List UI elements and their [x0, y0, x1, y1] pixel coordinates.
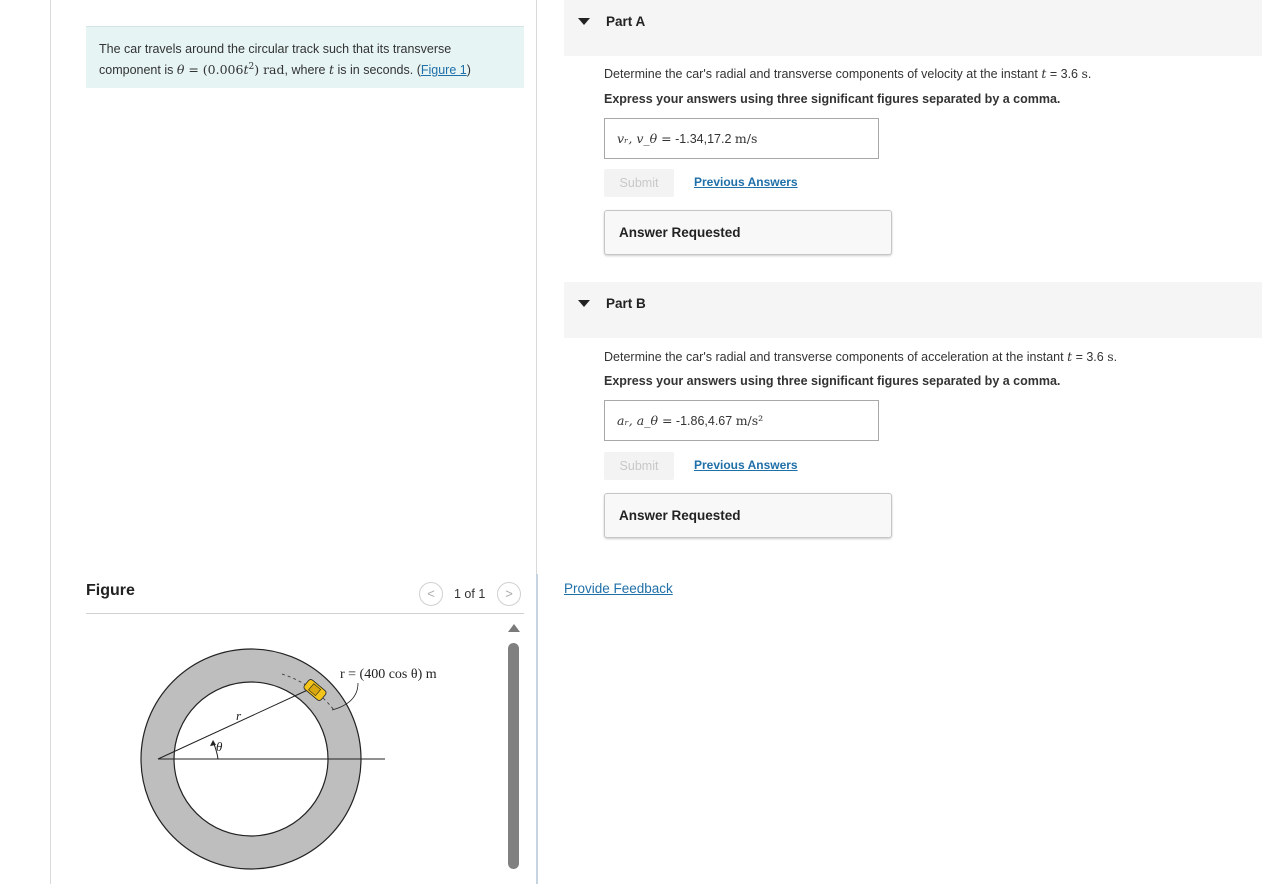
close-paren: )	[466, 63, 471, 78]
prev-figure-button[interactable]: <	[419, 582, 443, 606]
problem-text-after-1: , where	[284, 63, 329, 78]
next-figure-button[interactable]: >	[497, 582, 521, 606]
part-b-answer-requested-button[interactable]: Answer Requested	[604, 493, 892, 538]
part-a-answer-requested-button[interactable]: Answer Requested	[604, 210, 892, 255]
theta-expression: (0.006t2) rad	[202, 62, 285, 78]
part-b-previous-answers-link[interactable]: Previous Answers	[694, 458, 798, 472]
part-a-header[interactable]: Part A	[564, 0, 1262, 56]
caret-down-icon	[578, 300, 590, 307]
equals-sign: =	[184, 62, 203, 78]
pane-divider-accent	[536, 574, 538, 884]
part-a-answer-field[interactable]: vᵣ, v_θ = -1.34,17.2 m/s	[604, 118, 879, 159]
part-a-title: Part A	[606, 14, 646, 29]
part-b-header[interactable]: Part B	[564, 282, 1262, 338]
figure-counter: 1 of 1	[454, 587, 486, 601]
problem-statement: The car travels around the circular trac…	[86, 26, 524, 88]
part-b-title: Part B	[606, 296, 646, 311]
scroll-up-arrow[interactable]	[508, 624, 520, 632]
part-b-submit-button[interactable]: Submit	[604, 452, 674, 480]
part-a-previous-answers-link[interactable]: Previous Answers	[694, 175, 798, 189]
provide-feedback-link[interactable]: Provide Feedback	[564, 581, 673, 596]
problem-text-after-2: is in seconds. (	[334, 63, 421, 78]
part-b-instruction: Express your answers using three signifi…	[604, 374, 1061, 388]
part-a-submit-button[interactable]: Submit	[604, 169, 674, 197]
part-a-question: Determine the car's radial and transvers…	[604, 66, 1092, 81]
left-margin-rule	[50, 0, 51, 884]
caret-down-icon	[578, 18, 590, 25]
part-b-question: Determine the car's radial and transvers…	[604, 349, 1118, 364]
figure-header: Figure < 1 of 1 >	[86, 578, 524, 614]
radius-equation-label: r = (400 cos θ) m	[340, 667, 437, 682]
chevron-right-icon: >	[505, 586, 513, 601]
figure-scrollbar-thumb[interactable]	[508, 643, 519, 869]
figure-title: Figure	[86, 582, 135, 599]
circular-track-figure: r = (400 cos θ) m r θ	[140, 648, 437, 870]
theta-label: θ	[216, 739, 223, 754]
chevron-left-icon: <	[427, 586, 435, 601]
part-b-answer-field[interactable]: aᵣ, a_θ = -1.86,4.67 m/s²	[604, 400, 879, 441]
figure-link[interactable]: Figure 1	[421, 63, 467, 77]
part-a-instruction: Express your answers using three signifi…	[604, 92, 1061, 106]
